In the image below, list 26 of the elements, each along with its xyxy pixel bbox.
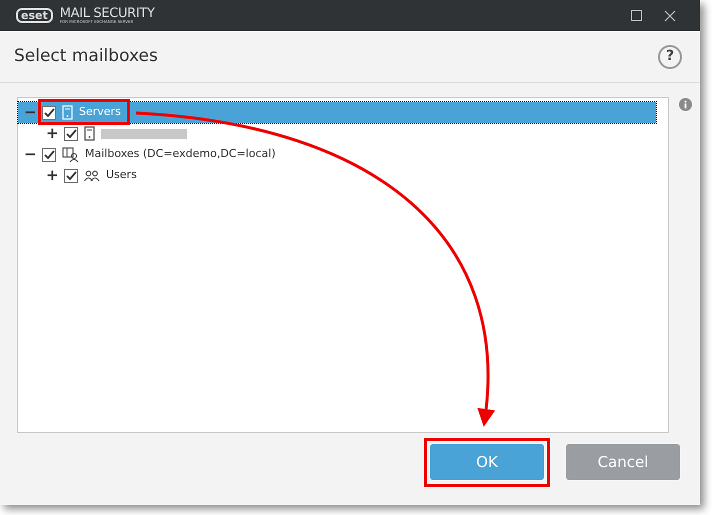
checkbox[interactable] (42, 148, 56, 162)
expander-toggle[interactable]: − (24, 147, 36, 162)
expander-toggle[interactable]: − (24, 105, 36, 120)
mailbox-user-icon (62, 146, 79, 162)
checkbox[interactable] (42, 106, 56, 120)
expander-toggle[interactable]: + (46, 126, 58, 141)
dialog-title: Select mailboxes (14, 44, 158, 68)
checkbox[interactable] (64, 168, 78, 182)
info-icon[interactable] (679, 98, 692, 111)
maximize-icon[interactable] (631, 10, 642, 21)
tree-label: Servers (79, 104, 121, 120)
tree-label: Mailboxes (DC=exdemo,DC=local) (85, 146, 276, 162)
tree-row[interactable]: + Users (18, 165, 656, 186)
tree-row[interactable]: − Servers (18, 102, 656, 123)
tree-row[interactable]: + (18, 123, 656, 144)
logo: eset (16, 8, 53, 23)
help-icon[interactable]: ? (658, 44, 682, 68)
checkbox[interactable] (64, 126, 78, 140)
tree-row[interactable]: − Mailboxes (DC=exdemo,DC=local) (18, 144, 656, 165)
server-icon (62, 105, 73, 120)
close-icon[interactable] (664, 10, 676, 22)
product-name: MAIL SECURITY (60, 7, 155, 20)
expander-toggle[interactable]: + (46, 168, 58, 183)
server-icon (84, 126, 95, 141)
tree-label: Users (106, 167, 137, 184)
users-icon (84, 170, 100, 182)
